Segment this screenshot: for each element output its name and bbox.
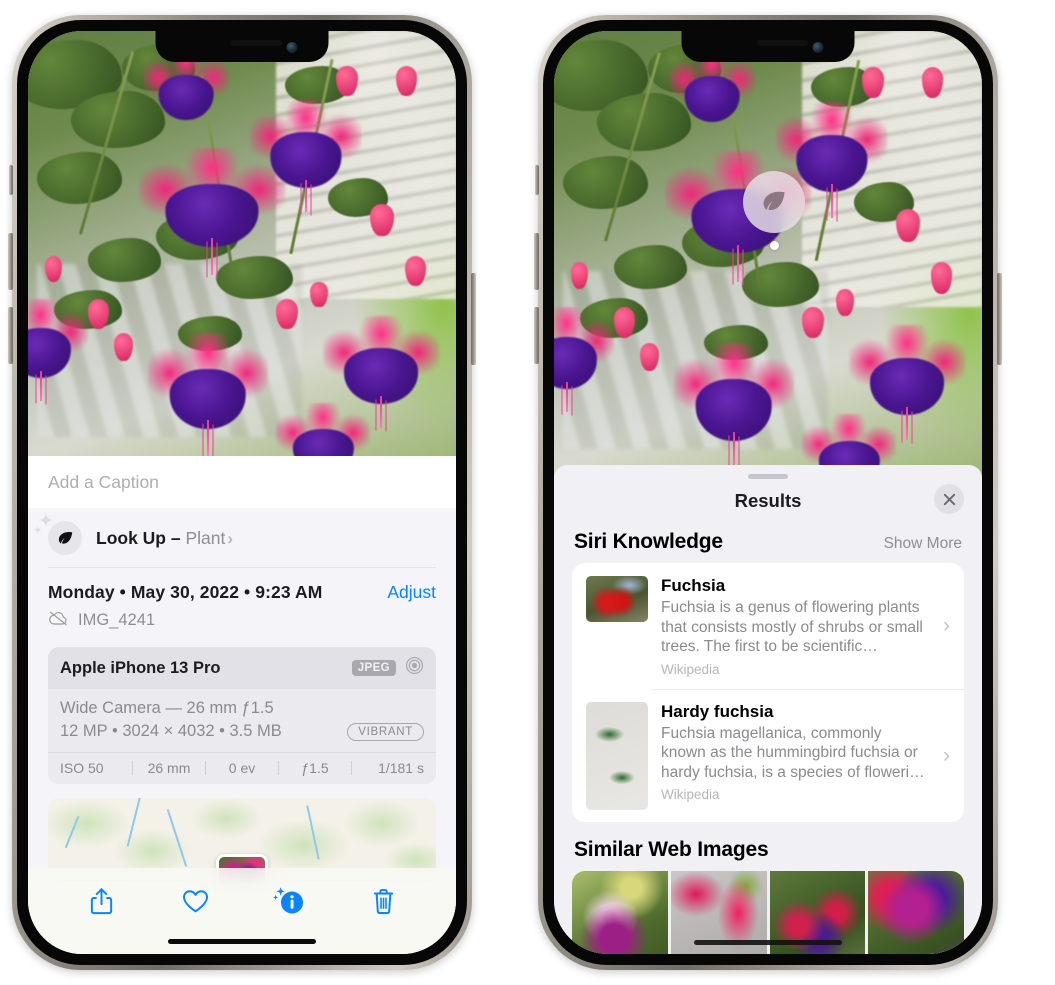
results-title: Results	[734, 490, 802, 511]
cloud-slash-icon	[48, 610, 69, 631]
similar-web-images-title: Similar Web Images	[574, 837, 769, 861]
photo-viewer[interactable]	[554, 31, 982, 476]
favorite-button[interactable]	[175, 882, 215, 920]
result-source: Wikipedia	[661, 787, 720, 803]
result-description: Fuchsia magellanica, commonly known as t…	[661, 724, 925, 781]
similar-web-images-header: Similar Web Images	[554, 822, 982, 871]
power-button[interactable]	[997, 273, 1002, 365]
results-sheet: Results Siri Knowledge Show More Fuchsia…	[554, 465, 982, 954]
close-button[interactable]	[934, 484, 964, 514]
volume-up-button[interactable]	[8, 233, 13, 290]
web-image-tile[interactable]	[572, 870, 668, 954]
look-up-subject: Plant	[185, 527, 226, 548]
volume-down-button[interactable]	[8, 307, 13, 364]
camera-info-card[interactable]: Apple iPhone 13 Pro JPEG Wide Camera — 2…	[48, 647, 436, 784]
result-title: Fuchsia	[661, 576, 726, 595]
siri-knowledge-header: Siri Knowledge Show More	[554, 523, 982, 563]
result-source: Wikipedia	[661, 661, 720, 677]
power-button[interactable]	[471, 273, 476, 365]
camera-card-header: Apple iPhone 13 Pro JPEG	[48, 647, 436, 689]
photographic-style-badge: VIBRANT	[347, 722, 424, 741]
exif-row: ISO 50 26 mm 0 ev ƒ1.5 1/181 s	[48, 752, 436, 784]
earpiece-speaker	[756, 40, 808, 46]
results-header: Results	[554, 479, 982, 523]
device-bezel: Add a Caption ✦ ✦ Look Up – Plant › Mond…	[17, 20, 467, 965]
result-title: Hardy fuchsia	[661, 701, 774, 721]
chevron-right-icon: ›	[943, 614, 950, 638]
volume-up-button[interactable]	[534, 233, 539, 290]
share-button[interactable]	[81, 882, 121, 920]
look-up-row[interactable]: ✦ ✦ Look Up – Plant ›	[28, 508, 456, 568]
list-item[interactable]: Hardy fuchsia Fuchsia magellanica, commo…	[572, 688, 964, 822]
visual-look-up-badge[interactable]	[743, 171, 805, 233]
caption-input[interactable]: Add a Caption	[28, 456, 456, 508]
right-screen: Results Siri Knowledge Show More Fuchsia…	[554, 31, 982, 954]
chevron-right-icon: ›	[943, 743, 950, 767]
web-image-tile[interactable]	[868, 870, 964, 954]
siri-knowledge-title: Siri Knowledge	[574, 530, 723, 553]
photo-toolbar	[28, 868, 456, 954]
metadata-block: Monday • May 30, 2022 • 9:23 AM Adjust I…	[28, 568, 456, 635]
specs-line: 12 MP • 3024 × 4032 • 3.5 MB	[60, 722, 282, 740]
photo-details-sheet: Add a Caption ✦ ✦ Look Up – Plant › Mond…	[28, 456, 456, 954]
look-up-label: Look Up – Plant ›	[96, 527, 234, 548]
photo-viewer[interactable]	[28, 31, 456, 463]
lens-line: Wide Camera — 26 mm ƒ1.5	[60, 699, 274, 717]
exif-exposure: 0 ev	[228, 760, 256, 776]
exif-focal: 26 mm	[147, 760, 191, 776]
file-name: IMG_4241	[78, 611, 156, 629]
left-screen: Add a Caption ✦ ✦ Look Up – Plant › Mond…	[28, 31, 456, 954]
iphone-right-device: Results Siri Knowledge Show More Fuchsia…	[534, 15, 1002, 970]
volume-down-button[interactable]	[534, 307, 539, 364]
mute-switch[interactable]	[535, 165, 539, 195]
notch	[155, 31, 329, 62]
delete-button[interactable]	[363, 882, 403, 920]
show-more-button[interactable]: Show More	[884, 535, 962, 553]
adjust-button[interactable]: Adjust	[387, 582, 436, 603]
sparkle-icon-small: ✦	[33, 525, 43, 537]
close-icon	[943, 493, 955, 505]
exif-iso: ISO 50	[60, 760, 104, 776]
iphone-left-device: Add a Caption ✦ ✦ Look Up – Plant › Mond…	[8, 15, 476, 970]
home-indicator[interactable]	[694, 940, 842, 945]
leaf-icon	[763, 191, 785, 211]
notch	[681, 31, 855, 62]
front-camera-icon	[812, 42, 824, 53]
aperture-icon	[405, 656, 424, 680]
list-item[interactable]: Fuchsia Fuchsia is a genus of flowering …	[572, 563, 964, 689]
result-thumbnail	[586, 701, 648, 810]
result-description: Fuchsia is a genus of flowering plants t…	[661, 599, 923, 656]
result-thumbnail	[586, 576, 648, 622]
leaf-icon: ✦ ✦	[33, 512, 82, 555]
mute-switch[interactable]	[9, 165, 13, 195]
camera-card-body: Wide Camera — 26 mm ƒ1.5 12 MP • 3024 × …	[48, 689, 436, 752]
home-indicator[interactable]	[168, 939, 316, 944]
exif-aperture: ƒ1.5	[301, 760, 329, 776]
info-button[interactable]	[269, 882, 309, 920]
capture-date: Monday • May 30, 2022 • 9:23 AM	[48, 582, 323, 602]
device-bezel: Results Siri Knowledge Show More Fuchsia…	[543, 20, 993, 965]
exif-shutter: 1/181 s	[378, 760, 424, 776]
format-badge: JPEG	[351, 660, 396, 676]
earpiece-speaker	[230, 40, 282, 46]
device-model: Apple iPhone 13 Pro	[60, 658, 221, 677]
siri-knowledge-card: Fuchsia Fuchsia is a genus of flowering …	[572, 563, 964, 822]
chevron-right-icon: ›	[227, 528, 234, 548]
screenshot-root: Add a Caption ✦ ✦ Look Up – Plant › Mond…	[0, 0, 1055, 985]
front-camera-icon	[286, 42, 298, 53]
visual-look-up-anchor-dot	[770, 241, 779, 250]
caption-placeholder: Add a Caption	[48, 471, 159, 492]
